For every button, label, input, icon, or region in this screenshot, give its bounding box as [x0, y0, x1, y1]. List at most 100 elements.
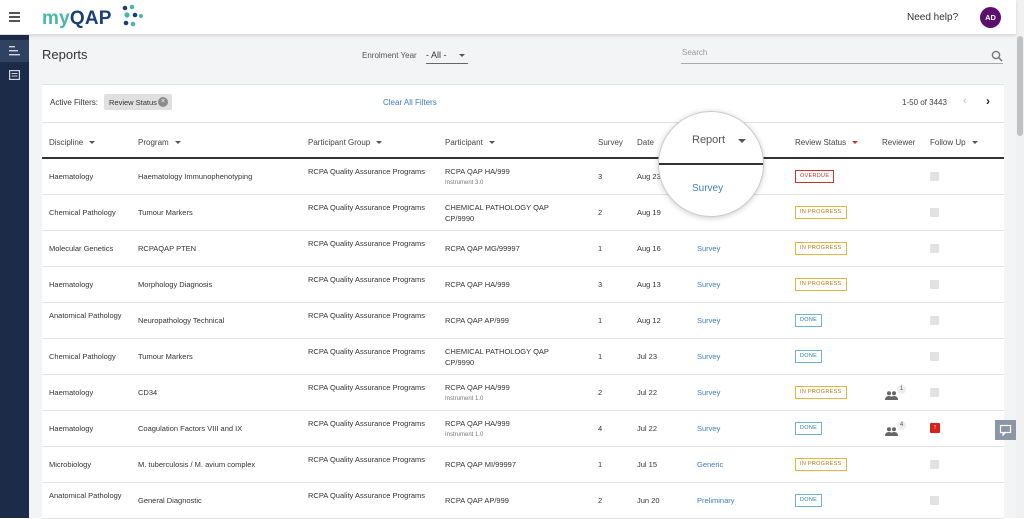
- menu-icon[interactable]: [9, 12, 20, 24]
- report-link[interactable]: Survey: [697, 243, 720, 254]
- participant-name: RCPA QAP AP/999: [445, 496, 509, 505]
- participant-name: CHEMICAL PATHOLOGY QAP CP/9990: [445, 203, 549, 223]
- status-badge: DONE: [795, 422, 823, 435]
- participant-cell: CHEMICAL PATHOLOGY QAP CP/9990: [445, 346, 575, 368]
- search-icon[interactable]: [991, 50, 1003, 62]
- participant-group-cell: RCPA Quality Assurance Programs: [308, 419, 425, 428]
- sort-caret-icon: [376, 141, 383, 145]
- table-row[interactable]: Chemical Pathology Tumour Markers RCPA Qua…: [42, 339, 1004, 375]
- participant-cell: CHEMICAL PATHOLOGY QAP CP/9990: [445, 202, 575, 224]
- enrolment-year-value: - All -: [426, 50, 447, 60]
- col-date[interactable]: Date: [637, 138, 654, 147]
- participant-name: RCPA QAP AP/999: [445, 316, 509, 325]
- sort-caret-icon: [488, 141, 495, 145]
- survey-cell: 1: [598, 316, 603, 325]
- program-cell: Morphology Diagnosis: [138, 280, 213, 289]
- table-row[interactable]: Microbiology M. tuberculosis / M. avium c…: [42, 447, 1004, 483]
- date-cell: Aug 12: [637, 316, 661, 325]
- nav-item-reports[interactable]: [0, 40, 29, 62]
- participant-cell: RCPA QAP HA/999: [445, 279, 575, 290]
- chevron-left-icon[interactable]: ‹: [963, 95, 967, 107]
- date-cell: Aug 13: [637, 280, 661, 289]
- nav-item-documents[interactable]: [0, 64, 29, 86]
- participant-cell: RCPA QAP AP/999: [445, 495, 575, 506]
- discipline-cell: Haematology: [49, 172, 94, 181]
- program-cell: M. tuberculosis / M. avium complex: [138, 460, 256, 469]
- survey-cell: 2: [598, 496, 603, 505]
- chevron-down-icon: [738, 139, 746, 143]
- program-cell: Neuropathology Technical: [138, 316, 225, 325]
- follow-up-flag-icon[interactable]: ↑: [930, 423, 940, 433]
- reviewer-indicator[interactable]: 4: [885, 421, 907, 437]
- enrolment-year-select[interactable]: - All -: [426, 47, 468, 64]
- participant-name: CHEMICAL PATHOLOGY QAP CP/9990: [445, 347, 549, 367]
- need-help-link[interactable]: Need help?: [907, 12, 958, 23]
- participant-cell: RCPA QAP MI/99997: [445, 459, 575, 470]
- participant-cell: RCPA QAP AP/999: [445, 315, 575, 326]
- report-link[interactable]: Generic: [697, 459, 723, 470]
- search-input[interactable]: Search: [681, 48, 1003, 64]
- chevron-right-icon[interactable]: ›: [986, 94, 990, 108]
- survey-cell: 2: [598, 388, 603, 397]
- table-row[interactable]: Haematology Morphology Diagnosis RCPA Qual…: [42, 267, 1004, 303]
- table-row[interactable]: Anatomical Pathology General Diagnostic RC…: [42, 483, 1004, 519]
- side-nav: [0, 35, 29, 518]
- status-badge: DONE: [795, 350, 823, 363]
- follow-up-checkbox[interactable]: [930, 316, 939, 325]
- instrument-label: Instrument 1.0: [445, 396, 484, 402]
- follow-up-checkbox[interactable]: [930, 388, 939, 397]
- follow-up-checkbox[interactable]: [930, 244, 939, 253]
- report-link[interactable]: Survey: [697, 351, 720, 362]
- col-participant-group[interactable]: Participant Group: [308, 138, 383, 147]
- status-badge: DONE: [795, 314, 823, 327]
- participant-group-cell: RCPA Quality Assurance Programs: [308, 491, 425, 500]
- table-row[interactable]: Molecular Genetics RCPAQAP PTEN RCPA Quali…: [42, 231, 1004, 267]
- table-row[interactable]: Chemical Pathology Tumour Markers RCPA Qua…: [42, 195, 1004, 231]
- report-link[interactable]: Survey: [697, 387, 720, 398]
- scrollbar-thumb[interactable]: [1017, 36, 1023, 136]
- program-cell: Tumour Markers: [138, 208, 193, 217]
- instrument-label: Instrument 3.0: [445, 180, 484, 186]
- report-link[interactable]: Survey: [697, 315, 720, 326]
- date-cell: Jun 20: [637, 496, 660, 505]
- report-link[interactable]: Survey: [697, 279, 720, 290]
- follow-up-checkbox[interactable]: [930, 172, 939, 181]
- reviewer-indicator[interactable]: 1: [885, 385, 907, 401]
- col-survey[interactable]: Survey: [598, 138, 623, 147]
- chat-button[interactable]: [995, 420, 1016, 440]
- clear-all-filters-link[interactable]: Clear All Filters: [383, 98, 437, 107]
- participant-group-cell: RCPA Quality Assurance Programs: [308, 383, 425, 392]
- follow-up-checkbox[interactable]: [930, 280, 939, 289]
- report-link[interactable]: Survey: [697, 423, 720, 434]
- table-row[interactable]: Haematology Haematology Immunophenotyping…: [42, 159, 1004, 195]
- col-participant[interactable]: Participant: [445, 138, 495, 147]
- follow-up-checkbox[interactable]: [930, 496, 939, 505]
- participant-cell: RCPA QAP HA/999 Instrument 1.0: [445, 418, 575, 440]
- follow-up-checkbox[interactable]: [930, 208, 939, 217]
- participant-cell: RCPA QAP MG/99997: [445, 243, 575, 254]
- follow-up-checkbox[interactable]: [930, 352, 939, 361]
- report-link[interactable]: Preliminary: [697, 495, 735, 506]
- logo-mark-icon: [122, 4, 143, 27]
- table-row[interactable]: Anatomical Pathology Neuropathology Techn…: [42, 303, 1004, 339]
- col-discipline[interactable]: Discipline: [49, 138, 96, 147]
- col-follow-up[interactable]: Follow Up: [930, 138, 978, 147]
- table-row[interactable]: Haematology Coagulation Factors VIII and …: [42, 411, 1004, 447]
- app-logo[interactable]: myQAP: [42, 8, 112, 30]
- col-review-status[interactable]: Review Status: [795, 138, 859, 147]
- sort-caret-icon: [971, 141, 978, 145]
- close-icon[interactable]: ×: [158, 97, 168, 107]
- page-title: Reports: [42, 47, 88, 62]
- program-cell: Tumour Markers: [138, 352, 193, 361]
- col-reviewer[interactable]: Reviewer: [882, 138, 915, 147]
- magnifier-survey-link[interactable]: Survey: [692, 183, 723, 194]
- survey-cell: 1: [598, 460, 603, 469]
- reviewer-count: 1: [897, 385, 906, 394]
- avatar[interactable]: AD: [980, 7, 1001, 28]
- discipline-cell: Haematology: [49, 424, 94, 433]
- filter-chip-review-status[interactable]: Review Status ×: [104, 94, 172, 110]
- col-program[interactable]: Program: [138, 138, 181, 147]
- date-cell: Jul 22: [637, 424, 658, 433]
- follow-up-checkbox[interactable]: [930, 460, 939, 469]
- table-row[interactable]: Haematology CD34 RCPA Quality Assurance Pr…: [42, 375, 1004, 411]
